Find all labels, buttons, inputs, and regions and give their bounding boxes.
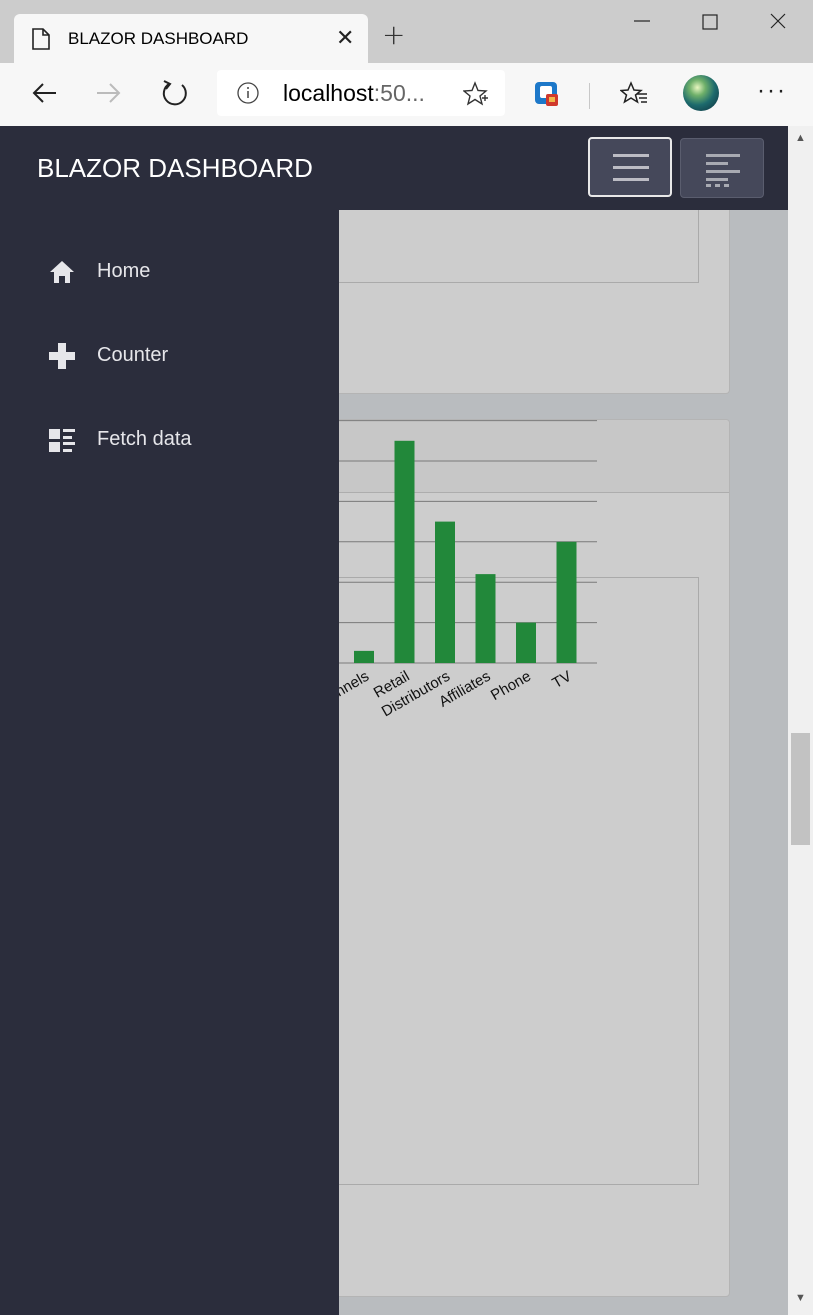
brand-title[interactable]: BLAZOR DASHBOARD [37,153,313,184]
scroll-up-icon[interactable]: ▲ [795,132,806,144]
sidebar-item-home[interactable]: Home [0,242,339,302]
favorite-star-icon[interactable] [463,81,489,107]
new-tab-icon[interactable]: + [382,18,405,51]
layout-toggle-button[interactable] [680,138,764,198]
sidebar-item-counter[interactable]: Counter [0,326,339,386]
profile-avatar[interactable] [683,75,719,111]
layout-bar-icon [706,184,711,187]
layout-bar-icon [706,170,740,173]
layout-bar-icon [706,178,728,181]
sidebar-item-label: Fetch data [97,428,192,450]
chart-x-tick-label: TV [549,668,574,692]
forward-icon[interactable] [95,78,123,108]
toolbar-divider [589,83,590,109]
browser-tab[interactable]: BLAZOR DASHBOARD ✕ [14,14,368,63]
sidebar-item-label: Counter [97,344,169,366]
plus-icon [49,343,75,369]
hamburger-line-icon [613,154,649,157]
more-options-icon[interactable]: ··· [757,77,787,105]
favorites-icon[interactable] [620,80,648,108]
back-icon[interactable] [30,78,58,108]
tab-title: BLAZOR DASHBOARD [68,29,249,48]
sidebar: Home Counter Fetch data [0,210,339,1315]
chart-x-tick-label: Phone [488,668,534,704]
page-scrollbar[interactable]: ▲ ▼ [788,126,813,1315]
refresh-icon[interactable] [160,78,190,108]
chart-bar[interactable] [475,574,496,663]
app-header: BLAZOR DASHBOARD [0,126,788,210]
maximize-icon[interactable] [700,10,720,30]
browser-toolbar: localhost:50... ··· [0,63,813,126]
close-window-icon[interactable] [768,10,788,30]
layout-bar-icon [706,154,740,157]
chart-bar[interactable] [435,521,455,663]
scrollbar-thumb[interactable] [791,733,810,845]
close-tab-icon[interactable]: ✕ [336,26,354,51]
chart-bar[interactable] [394,440,415,663]
layout-bar-icon [706,162,728,165]
list-icon [49,429,75,452]
document-icon [32,28,50,50]
minimize-icon[interactable] [632,10,652,30]
chart-bar[interactable] [354,650,374,663]
chart-bar[interactable] [556,541,577,663]
sidebar-item-fetch-data[interactable]: Fetch data [0,410,339,470]
url-text[interactable]: localhost:50... [283,80,425,107]
address-bar[interactable]: localhost:50... [217,70,505,116]
hamburger-line-icon [613,178,649,181]
scroll-down-icon[interactable]: ▼ [795,1292,806,1304]
extension-icon[interactable] [534,80,560,108]
layout-bar-icon [715,184,720,187]
layout-bar-icon [724,184,729,187]
home-icon [50,261,74,283]
sidebar-item-label: Home [97,260,151,282]
info-icon[interactable] [237,82,259,104]
hamburger-line-icon [613,166,649,169]
browser-tab-strip: BLAZOR DASHBOARD ✕ + [0,0,813,63]
hamburger-menu-button[interactable] [588,137,672,197]
chart-bar[interactable] [516,622,536,663]
